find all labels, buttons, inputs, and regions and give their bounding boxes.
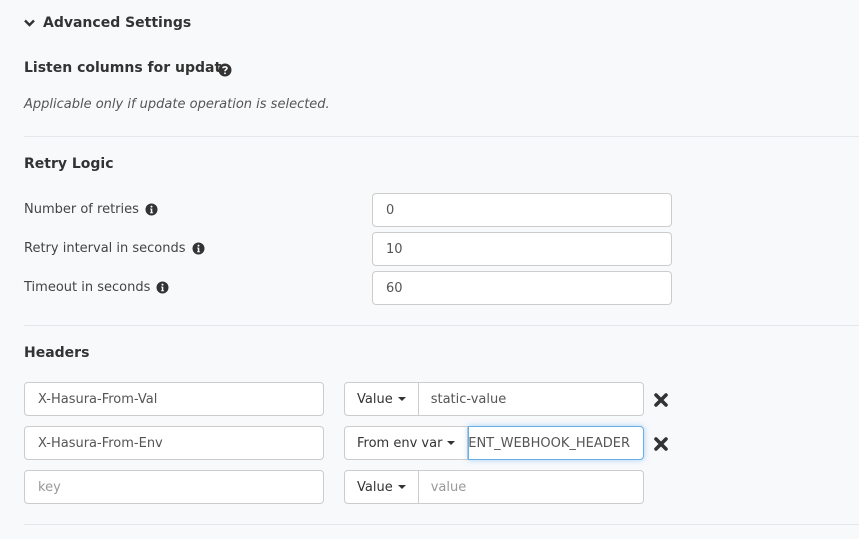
header-type-dropdown[interactable]: From env var — [344, 426, 469, 460]
caret-down-icon — [447, 441, 456, 445]
header-key-input[interactable]: X-Hasura-From-Env — [24, 426, 324, 460]
caret-down-icon — [397, 485, 406, 489]
header-value-group: Value static-value — [344, 382, 644, 416]
listen-columns-hint: Applicable only if update operation is s… — [24, 97, 330, 112]
advanced-settings-toggle[interactable]: Advanced Settings — [24, 12, 191, 34]
header-key-input[interactable]: X-Hasura-From-Val — [24, 382, 324, 416]
divider — [24, 524, 859, 525]
listen-columns-title: Listen columns for update — [24, 60, 231, 76]
header-type-label: From env var — [357, 435, 443, 451]
headers-heading: Headers — [24, 345, 90, 361]
chevron-down-icon — [24, 17, 36, 29]
listen-columns-heading: Listen columns for update — [24, 60, 231, 76]
close-icon[interactable] — [654, 436, 668, 451]
close-icon[interactable] — [654, 392, 668, 407]
header-type-label: Value — [357, 479, 393, 495]
header-env-var-input[interactable]: :VENT_WEBHOOK_HEADER — [468, 426, 644, 460]
retry-interval-label-text: Retry interval in seconds — [24, 241, 186, 256]
header-value-input[interactable]: value — [418, 470, 644, 504]
timeout-label-text: Timeout in seconds — [24, 280, 151, 295]
retries-label: Number of retries — [24, 202, 158, 217]
retries-input[interactable]: 0 — [372, 193, 672, 227]
question-circle-icon[interactable] — [218, 62, 232, 77]
retry-logic-heading: Retry Logic — [24, 156, 114, 172]
header-value-input[interactable]: static-value — [418, 382, 644, 416]
divider — [24, 325, 859, 326]
header-type-label: Value — [357, 391, 393, 407]
header-type-dropdown[interactable]: Value — [344, 382, 419, 416]
header-key-input[interactable]: key — [24, 470, 324, 504]
info-circle-icon[interactable] — [192, 242, 205, 255]
header-env-var-text: :VENT_WEBHOOK_HEADER — [468, 435, 630, 451]
retry-interval-input[interactable]: 10 — [372, 232, 672, 266]
timeout-label: Timeout in seconds — [24, 280, 169, 295]
header-value-group: From env var :VENT_WEBHOOK_HEADER — [344, 426, 644, 460]
caret-down-icon — [397, 397, 406, 401]
header-type-dropdown[interactable]: Value — [344, 470, 419, 504]
advanced-settings-title: Advanced Settings — [43, 15, 192, 31]
divider — [24, 136, 859, 137]
header-value-group: Value value — [344, 470, 644, 504]
info-circle-icon[interactable] — [156, 281, 169, 294]
retries-label-text: Number of retries — [24, 202, 139, 217]
info-circle-icon[interactable] — [145, 203, 158, 216]
timeout-input[interactable]: 60 — [372, 271, 672, 305]
retry-interval-label: Retry interval in seconds — [24, 241, 205, 256]
